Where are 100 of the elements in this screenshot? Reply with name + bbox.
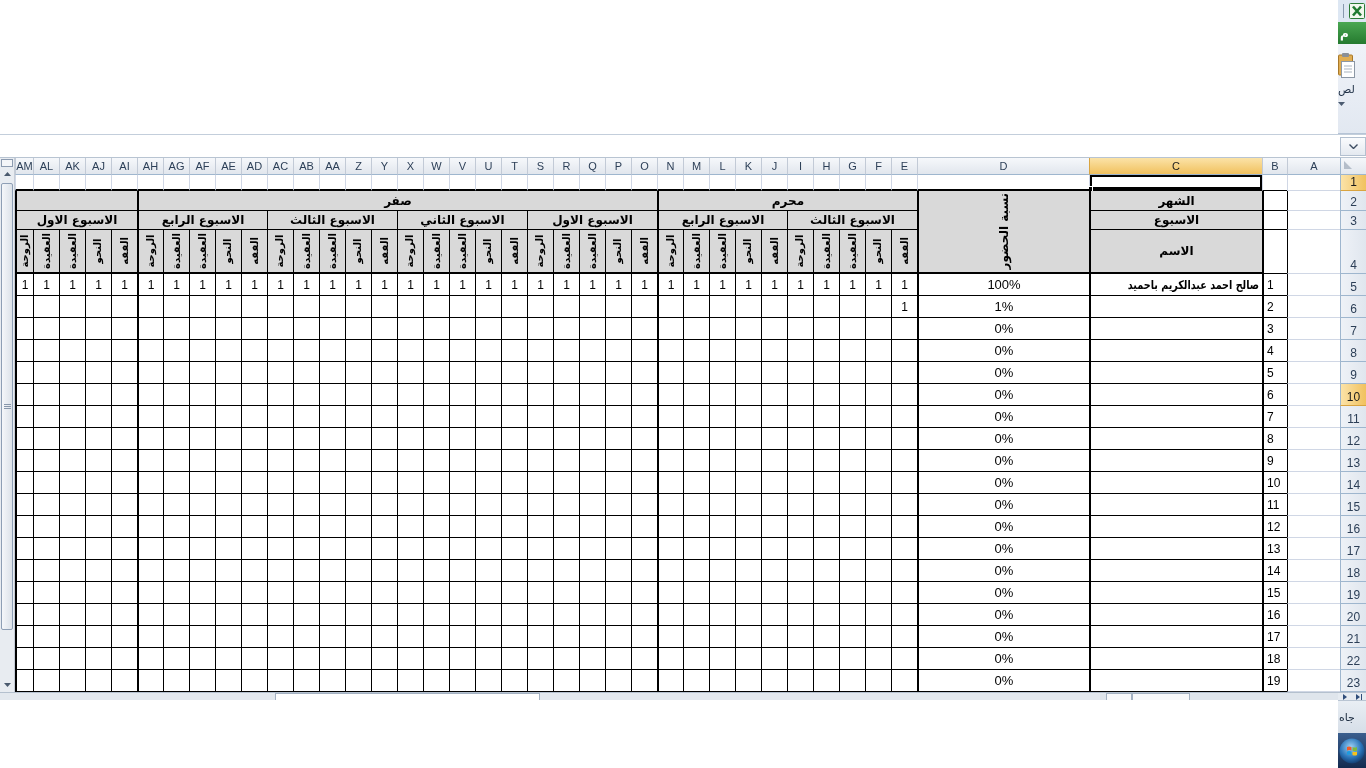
sheet-tab[interactable] (1132, 693, 1190, 700)
week-header: الاسبوع الثالث (787, 211, 917, 230)
column-header[interactable]: A (1287, 158, 1340, 175)
column-header[interactable]: H (813, 158, 839, 175)
row-header[interactable]: 15 (1340, 494, 1366, 516)
expand-formula-bar-button[interactable] (1340, 136, 1366, 156)
subject-header: العقيدة (553, 230, 579, 274)
caret-icon[interactable] (1338, 102, 1345, 106)
attendance-cell: 0% (917, 472, 1089, 494)
row-number-cell: 5 (1262, 362, 1287, 384)
subject-header: العقيدة (163, 230, 189, 274)
subject-header: الروحة (137, 230, 163, 274)
mark-cell: 1 (553, 274, 579, 296)
row-header[interactable]: 3 (1340, 211, 1366, 230)
row-header[interactable]: 2 (1340, 191, 1366, 211)
column-header[interactable]: S (527, 158, 553, 175)
selected-cell[interactable] (1089, 175, 1262, 191)
column-header[interactable]: V (449, 158, 475, 175)
spreadsheet-app-icon[interactable] (1349, 3, 1365, 19)
row-number-cell: 3 (1262, 318, 1287, 340)
column-header[interactable]: L (709, 158, 735, 175)
row-header[interactable]: 9 (1340, 362, 1366, 384)
column-header[interactable]: AK (59, 158, 85, 175)
mark-cell: 1 (319, 274, 345, 296)
column-header[interactable]: N (657, 158, 683, 175)
row-header[interactable]: 19 (1340, 582, 1366, 604)
row-header[interactable]: 4 (1340, 230, 1366, 274)
triangle-up-icon (3, 172, 11, 176)
column-header[interactable]: AJ (85, 158, 111, 175)
scrollbar-thumb[interactable] (1, 183, 13, 630)
column-header[interactable]: Z (345, 158, 371, 175)
mark-cell: 1 (111, 274, 137, 296)
mark-cell: 1 (163, 274, 189, 296)
column-header[interactable]: P (605, 158, 631, 175)
subject-header: العقيدة (683, 230, 709, 274)
column-header[interactable]: M (683, 158, 709, 175)
row-header[interactable]: 22 (1340, 648, 1366, 670)
row-header[interactable]: 7 (1340, 318, 1366, 340)
paste-label[interactable]: لص (1338, 83, 1355, 97)
grip-icon (3, 404, 11, 409)
column-header[interactable]: B (1262, 158, 1287, 175)
column-header[interactable]: AM (15, 158, 33, 175)
column-header[interactable]: AH (137, 158, 163, 175)
mark-cell: 1 (605, 274, 631, 296)
column-header[interactable]: O (631, 158, 657, 175)
column-header[interactable]: K (735, 158, 761, 175)
column-header[interactable]: D (917, 158, 1089, 175)
row-header[interactable]: 8 (1340, 340, 1366, 362)
subject-header: الروحة (657, 230, 683, 274)
column-header[interactable]: C (1089, 158, 1262, 175)
subject-header: الفقه (631, 230, 657, 274)
column-header[interactable]: U (475, 158, 501, 175)
row-header[interactable]: 16 (1340, 516, 1366, 538)
scrollbar-thumb[interactable] (275, 693, 540, 700)
column-header[interactable]: E (891, 158, 917, 175)
row-header[interactable]: 11 (1340, 406, 1366, 428)
column-header[interactable]: Q (579, 158, 605, 175)
row-header[interactable]: 10 (1340, 384, 1366, 406)
row-header[interactable]: 18 (1340, 560, 1366, 582)
column-header[interactable]: AC (267, 158, 293, 175)
next-arrow-icon[interactable] (1342, 693, 1347, 700)
row-number-cell: 13 (1262, 538, 1287, 560)
vertical-scrollbar[interactable] (0, 158, 15, 692)
column-header[interactable]: Y (371, 158, 397, 175)
row-header[interactable]: 13 (1340, 450, 1366, 472)
column-header[interactable]: AD (241, 158, 267, 175)
column-header[interactable]: AI (111, 158, 137, 175)
column-header[interactable]: G (839, 158, 865, 175)
clipboard-icon[interactable] (1338, 52, 1355, 78)
row-header[interactable]: 23 (1340, 670, 1366, 692)
column-header[interactable]: AG (163, 158, 189, 175)
row-header[interactable]: 5 (1340, 274, 1366, 296)
subject-header: الروحة (397, 230, 423, 274)
column-header[interactable]: AE (215, 158, 241, 175)
last-arrow-icon[interactable] (1355, 693, 1362, 700)
mark-cell: 1 (891, 296, 917, 318)
column-header[interactable]: R (553, 158, 579, 175)
column-header[interactable]: I (787, 158, 813, 175)
column-header[interactable]: F (865, 158, 891, 175)
row-header[interactable]: 12 (1340, 428, 1366, 450)
attendance-cell: 0% (917, 670, 1089, 692)
subject-header: النحو (215, 230, 241, 274)
row-header[interactable]: 14 (1340, 472, 1366, 494)
file-tab[interactable]: م (1338, 22, 1366, 44)
row-header[interactable]: 21 (1340, 626, 1366, 648)
subject-header: العقيدة (33, 230, 59, 274)
column-header[interactable]: AF (189, 158, 215, 175)
column-header[interactable]: W (423, 158, 449, 175)
row-header[interactable]: 17 (1340, 538, 1366, 560)
split-handle[interactable] (1, 159, 13, 167)
column-header[interactable]: AL (33, 158, 59, 175)
column-header[interactable]: AB (293, 158, 319, 175)
column-header[interactable]: T (501, 158, 527, 175)
row-header[interactable]: 6 (1340, 296, 1366, 318)
row-header[interactable]: 20 (1340, 604, 1366, 626)
column-header[interactable]: X (397, 158, 423, 175)
column-header[interactable]: AA (319, 158, 345, 175)
row-header[interactable]: 1 (1340, 175, 1366, 191)
column-header[interactable]: J (761, 158, 787, 175)
insert-sheet-tab[interactable] (1106, 693, 1132, 700)
